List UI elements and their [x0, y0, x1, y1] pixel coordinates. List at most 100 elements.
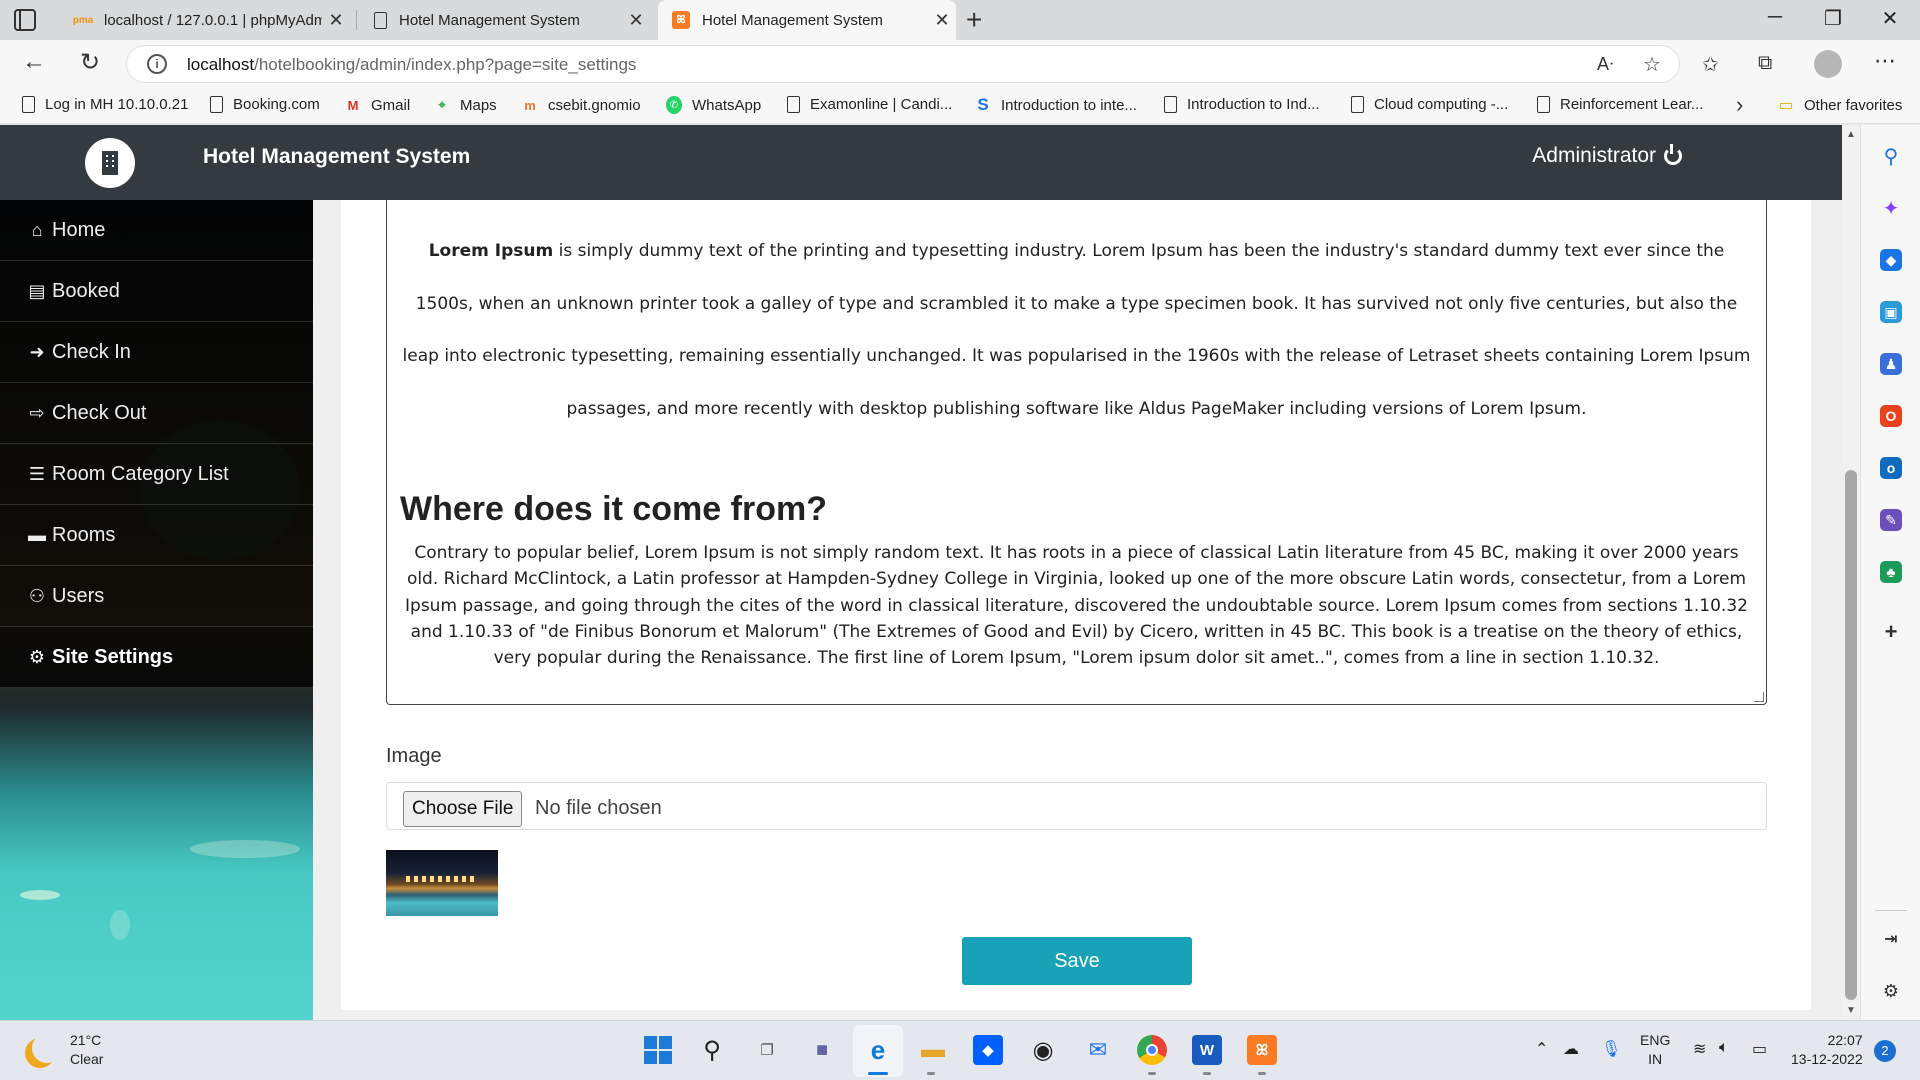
running-indicator: [1203, 1072, 1211, 1075]
save-button[interactable]: Save: [962, 937, 1192, 985]
new-tab-icon[interactable]: +: [966, 4, 982, 36]
divider: [1875, 910, 1907, 911]
games-icon[interactable]: ♟: [1880, 353, 1902, 375]
hide-sidebar-icon[interactable]: ⇥: [1880, 928, 1902, 950]
sidebar-item-label: Home: [52, 218, 106, 241]
profile-avatar[interactable]: [1814, 50, 1842, 78]
github-icon[interactable]: ◉: [1028, 1035, 1058, 1065]
back-icon[interactable]: ←: [18, 48, 50, 76]
sidebar-item-room-category-list[interactable]: ☰ Room Category List: [0, 444, 313, 505]
sidebar-item-site-settings[interactable]: ⚙ Site Settings: [0, 627, 313, 688]
choose-file-button[interactable]: Choose File: [403, 791, 523, 827]
building-icon: [102, 151, 118, 175]
bookmark-item[interactable]: ✆ WhatsApp: [666, 96, 761, 114]
chrome-icon[interactable]: [1137, 1035, 1167, 1065]
search-icon[interactable]: ⚲: [1880, 145, 1902, 168]
office-icon[interactable]: O: [1880, 405, 1902, 427]
page-scrollbar[interactable]: ▲ ▼: [1842, 125, 1860, 1020]
word-icon[interactable]: W: [1192, 1035, 1222, 1065]
bookmark-item[interactable]: M Gmail: [345, 96, 411, 114]
tab-actions-icon[interactable]: [14, 9, 36, 31]
close-tab-icon[interactable]: ✕: [928, 10, 956, 31]
page-icon: [22, 96, 35, 113]
refresh-icon[interactable]: ↻: [74, 48, 106, 77]
settings-gear-icon[interactable]: ⚙: [1880, 980, 1902, 1002]
chevron-right-icon[interactable]: ›: [1736, 92, 1743, 118]
tools-icon[interactable]: ▣: [1880, 301, 1902, 323]
clock[interactable]: 22:07 13-12-2022: [1791, 1031, 1863, 1069]
bookmark-item[interactable]: Log in MH 10.10.0.21: [22, 96, 188, 113]
onedrive-offline-icon[interactable]: ☁: [1563, 1039, 1579, 1059]
start-icon[interactable]: [643, 1035, 673, 1065]
outlook-icon[interactable]: o: [1880, 457, 1902, 479]
scrollbar-thumb[interactable]: [1845, 470, 1857, 1000]
xampp-taskbar-icon[interactable]: ꕤ: [1247, 1035, 1277, 1065]
bookmark-label: Other favorites: [1804, 96, 1903, 114]
designer-icon[interactable]: ✎: [1880, 509, 1902, 531]
restore-icon[interactable]: ❐: [1813, 6, 1853, 31]
sidebar-item-check-out[interactable]: ⇨ Check Out: [0, 383, 313, 444]
read-aloud-icon[interactable]: Aᐧ: [1597, 54, 1614, 75]
image-file-input[interactable]: Choose File No file chosen: [386, 782, 1767, 830]
close-tab-icon[interactable]: ✕: [622, 10, 650, 31]
tab-phpmyadmin[interactable]: pma localhost / 127.0.0.1 | phpMyAdm ✕: [60, 0, 350, 40]
volume-icon[interactable]: 🔈︎: [1719, 1039, 1729, 1057]
language-indicator[interactable]: ENG IN: [1640, 1031, 1670, 1069]
bookmark-item[interactable]: S Introduction to inte...: [975, 95, 1137, 114]
admin-menu[interactable]: Administrator: [1532, 144, 1682, 168]
drop-icon[interactable]: ♣: [1880, 561, 1902, 583]
show-hidden-icons[interactable]: ⌃: [1535, 1039, 1548, 1059]
task-view-icon[interactable]: ❐: [752, 1035, 782, 1065]
weather-widget[interactable]: 21°C Clear: [24, 1031, 103, 1069]
taskbar-search-icon[interactable]: ⚲: [697, 1035, 727, 1065]
bookmark-label: Introduction to Ind...: [1187, 96, 1320, 113]
mail-icon[interactable]: ✉: [1083, 1035, 1113, 1065]
bookmark-item[interactable]: Reinforcement Lear...: [1537, 96, 1703, 113]
bookmark-item[interactable]: Booking.com: [210, 96, 320, 113]
sidebar-item-check-in[interactable]: ➜ Check In: [0, 322, 313, 383]
tab-hotel-management-1[interactable]: Hotel Management System ✕: [360, 0, 650, 40]
more-menu-icon[interactable]: ⋯: [1874, 48, 1896, 74]
microphone-icon[interactable]: 🎙︎: [1601, 1039, 1621, 1059]
site-info-icon[interactable]: i: [147, 54, 167, 74]
resize-handle-icon[interactable]: [1754, 692, 1764, 702]
sidebar-item-rooms[interactable]: ▬ Rooms: [0, 505, 313, 566]
sidebar-item-users[interactable]: ⚇ Users: [0, 566, 313, 627]
running-indicator: [1258, 1072, 1266, 1075]
power-icon[interactable]: [1664, 144, 1682, 165]
notification-badge[interactable]: 2: [1874, 1040, 1896, 1062]
page-icon: [1351, 96, 1364, 113]
sidebar-item-label: Room Category List: [52, 462, 229, 485]
bookmark-item[interactable]: m csebit.gnomio: [522, 96, 640, 114]
bookmark-item[interactable]: Examonline | Candi...: [787, 96, 952, 113]
other-favorites[interactable]: ▭ Other favorites: [1778, 96, 1903, 115]
tab-title: Hotel Management System: [399, 11, 580, 29]
collections-icon[interactable]: ⧉: [1758, 52, 1772, 75]
close-tab-icon[interactable]: ✕: [322, 10, 350, 31]
minimize-icon[interactable]: ─: [1755, 6, 1795, 29]
add-icon[interactable]: +: [1880, 619, 1902, 644]
bookmark-label: Introduction to inte...: [1001, 96, 1137, 114]
battery-icon[interactable]: ▭: [1752, 1039, 1767, 1059]
url-input[interactable]: i localhost/hotelbooking/admin/index.php…: [126, 45, 1680, 83]
tab-hotel-management-active[interactable]: ꕤ Hotel Management System ✕: [658, 0, 956, 40]
add-favorite-icon[interactable]: ☆: [1643, 52, 1661, 77]
sidebar-item-home[interactable]: ⌂ Home: [0, 200, 313, 261]
copilot-icon[interactable]: ✦: [1880, 197, 1902, 220]
scroll-up-icon[interactable]: ▲: [1846, 129, 1856, 140]
sidebar-item-booked[interactable]: ▤ Booked: [0, 261, 313, 322]
bed-icon: ▬: [28, 524, 46, 545]
favorites-icon[interactable]: ✩: [1702, 52, 1719, 77]
close-window-icon[interactable]: ✕: [1870, 6, 1910, 31]
about-content-textarea[interactable]: Lorem Ipsum is simply dummy text of the …: [386, 200, 1767, 705]
bookmark-item[interactable]: Cloud computing -...: [1351, 96, 1508, 113]
bookmark-item[interactable]: ⌖ Maps: [434, 96, 496, 114]
wifi-icon[interactable]: ≋: [1693, 1039, 1706, 1059]
teams-chat-icon[interactable]: ■: [807, 1035, 837, 1065]
file-explorer-icon[interactable]: ▬: [918, 1035, 948, 1065]
bookmark-item[interactable]: Introduction to Ind...: [1164, 96, 1320, 113]
shopping-icon[interactable]: ◆: [1880, 249, 1902, 271]
edge-browser-icon[interactable]: e: [863, 1035, 893, 1065]
dropbox-icon[interactable]: ◆: [973, 1035, 1003, 1065]
scroll-down-icon[interactable]: ▼: [1846, 1005, 1856, 1016]
